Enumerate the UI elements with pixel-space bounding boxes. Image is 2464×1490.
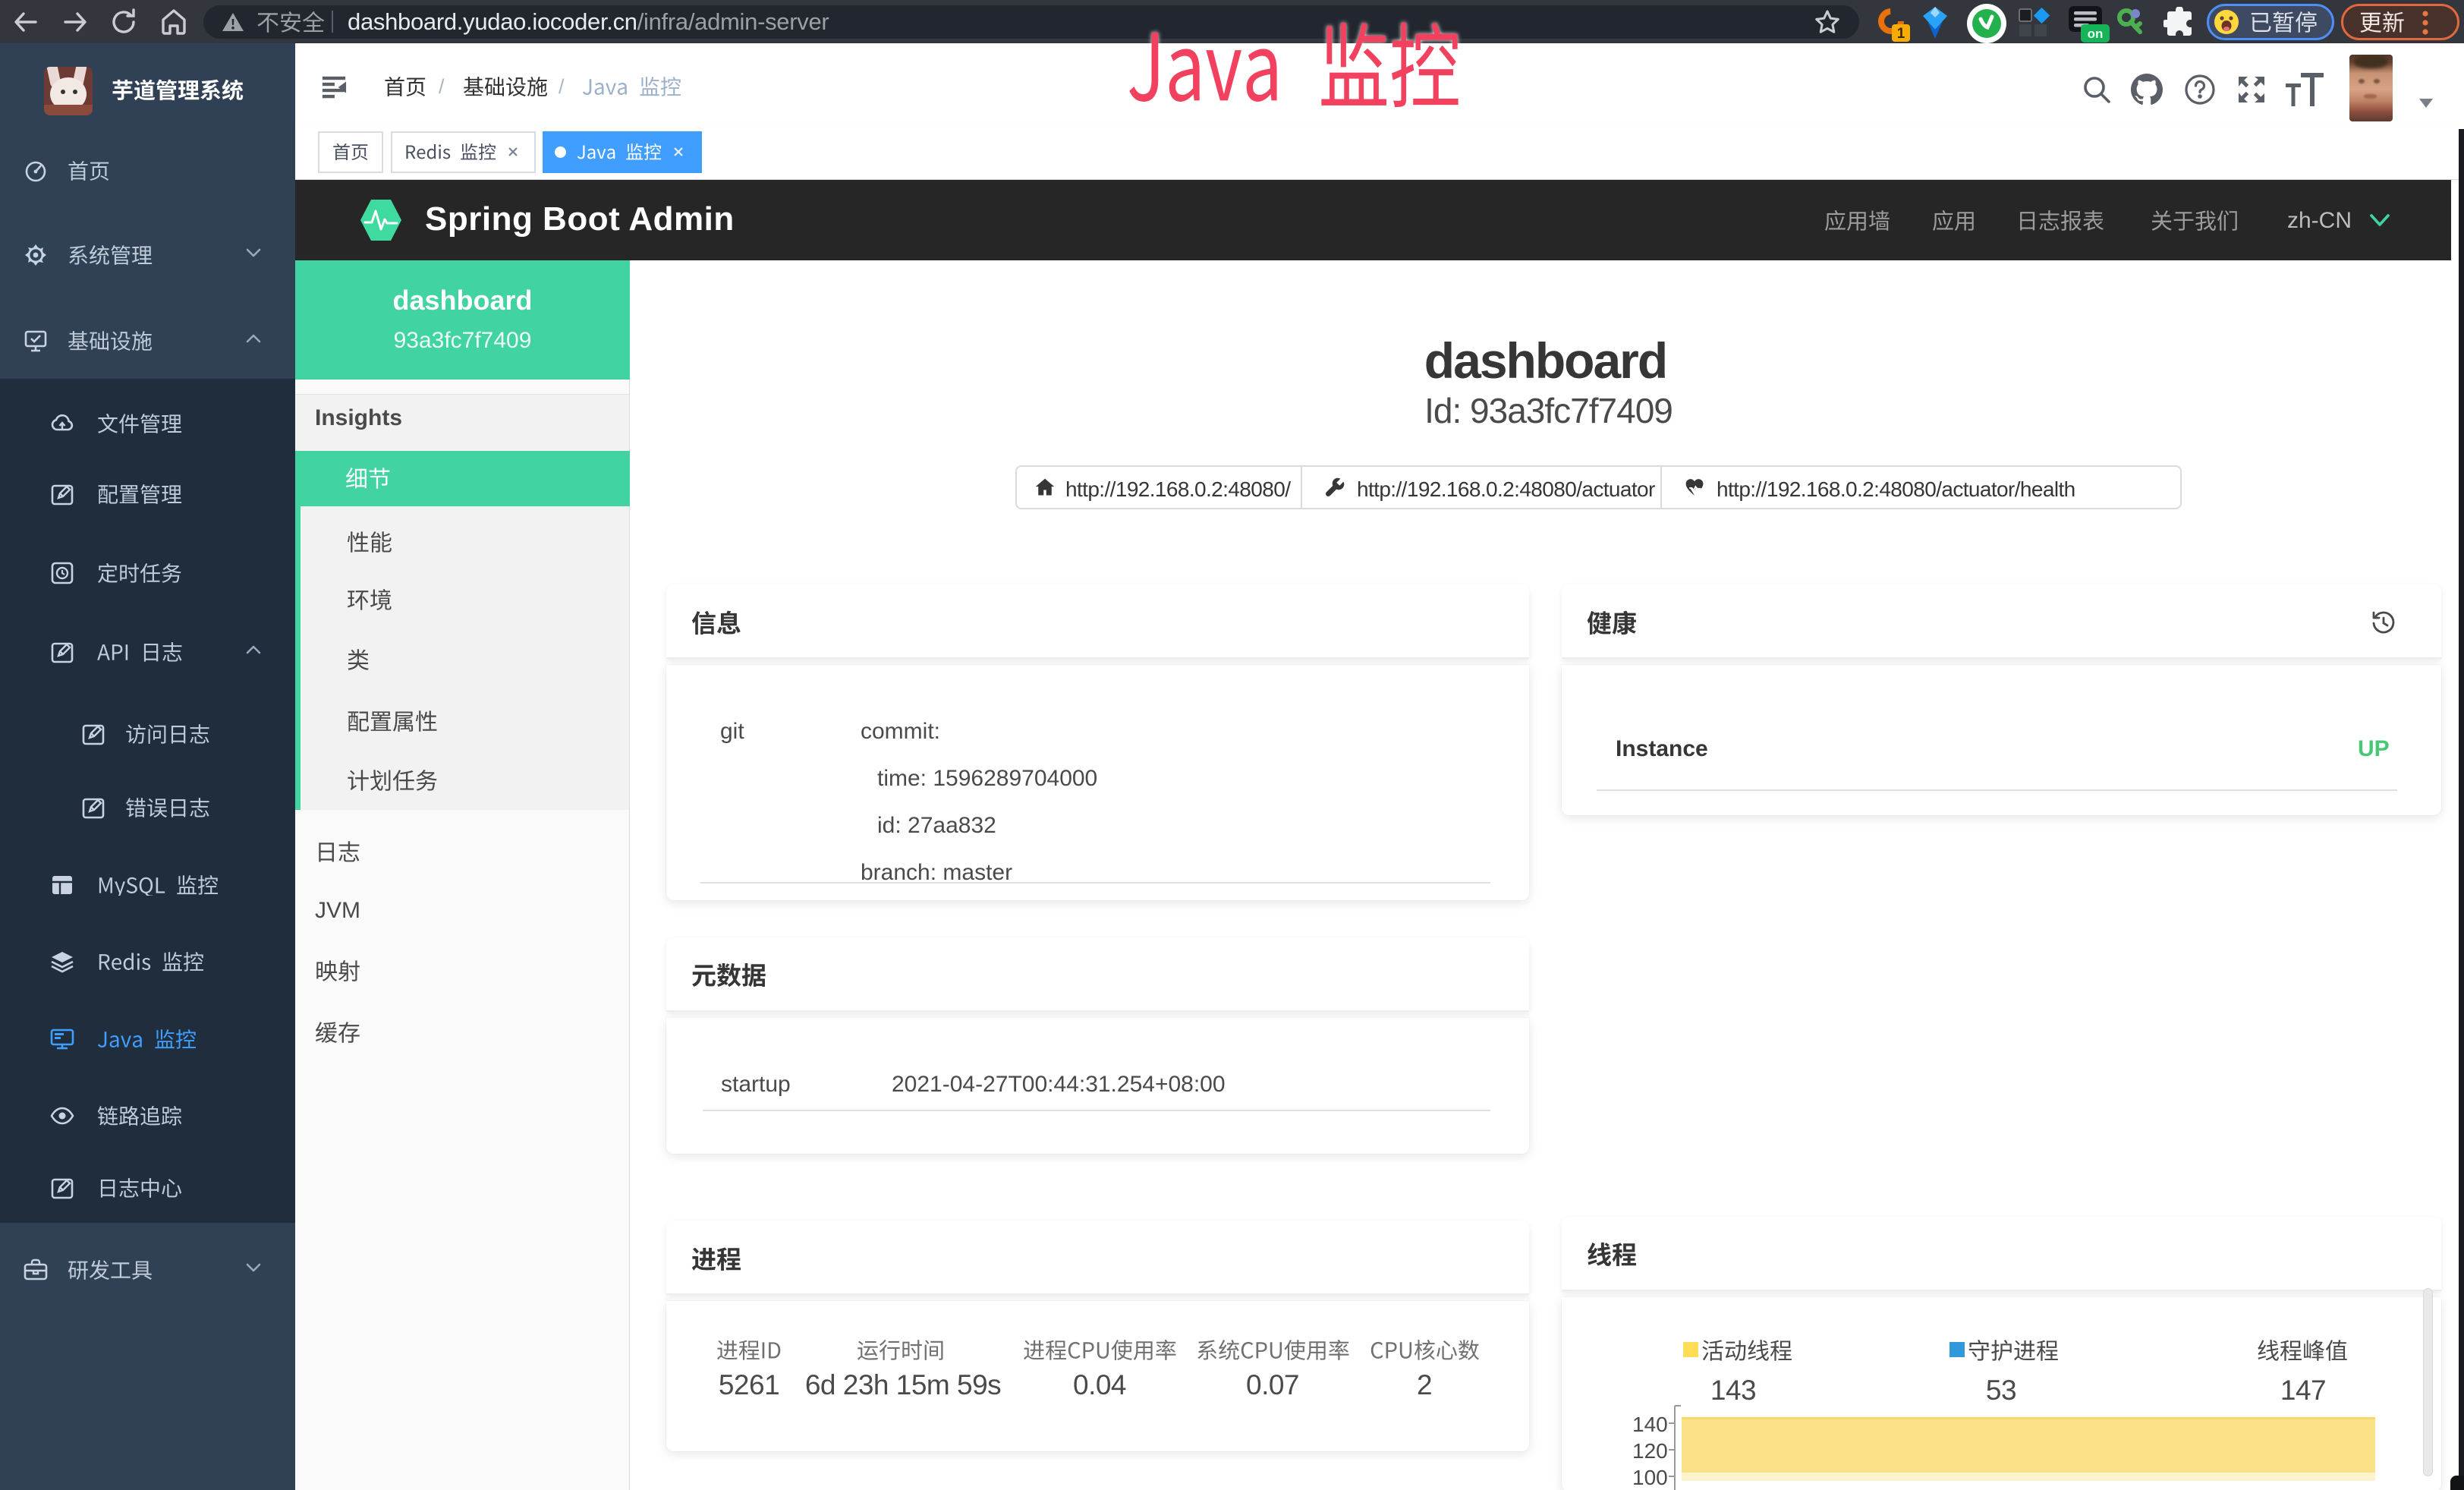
svg-text:on: on [2088,27,2104,41]
svg-text:1: 1 [1897,26,1905,42]
